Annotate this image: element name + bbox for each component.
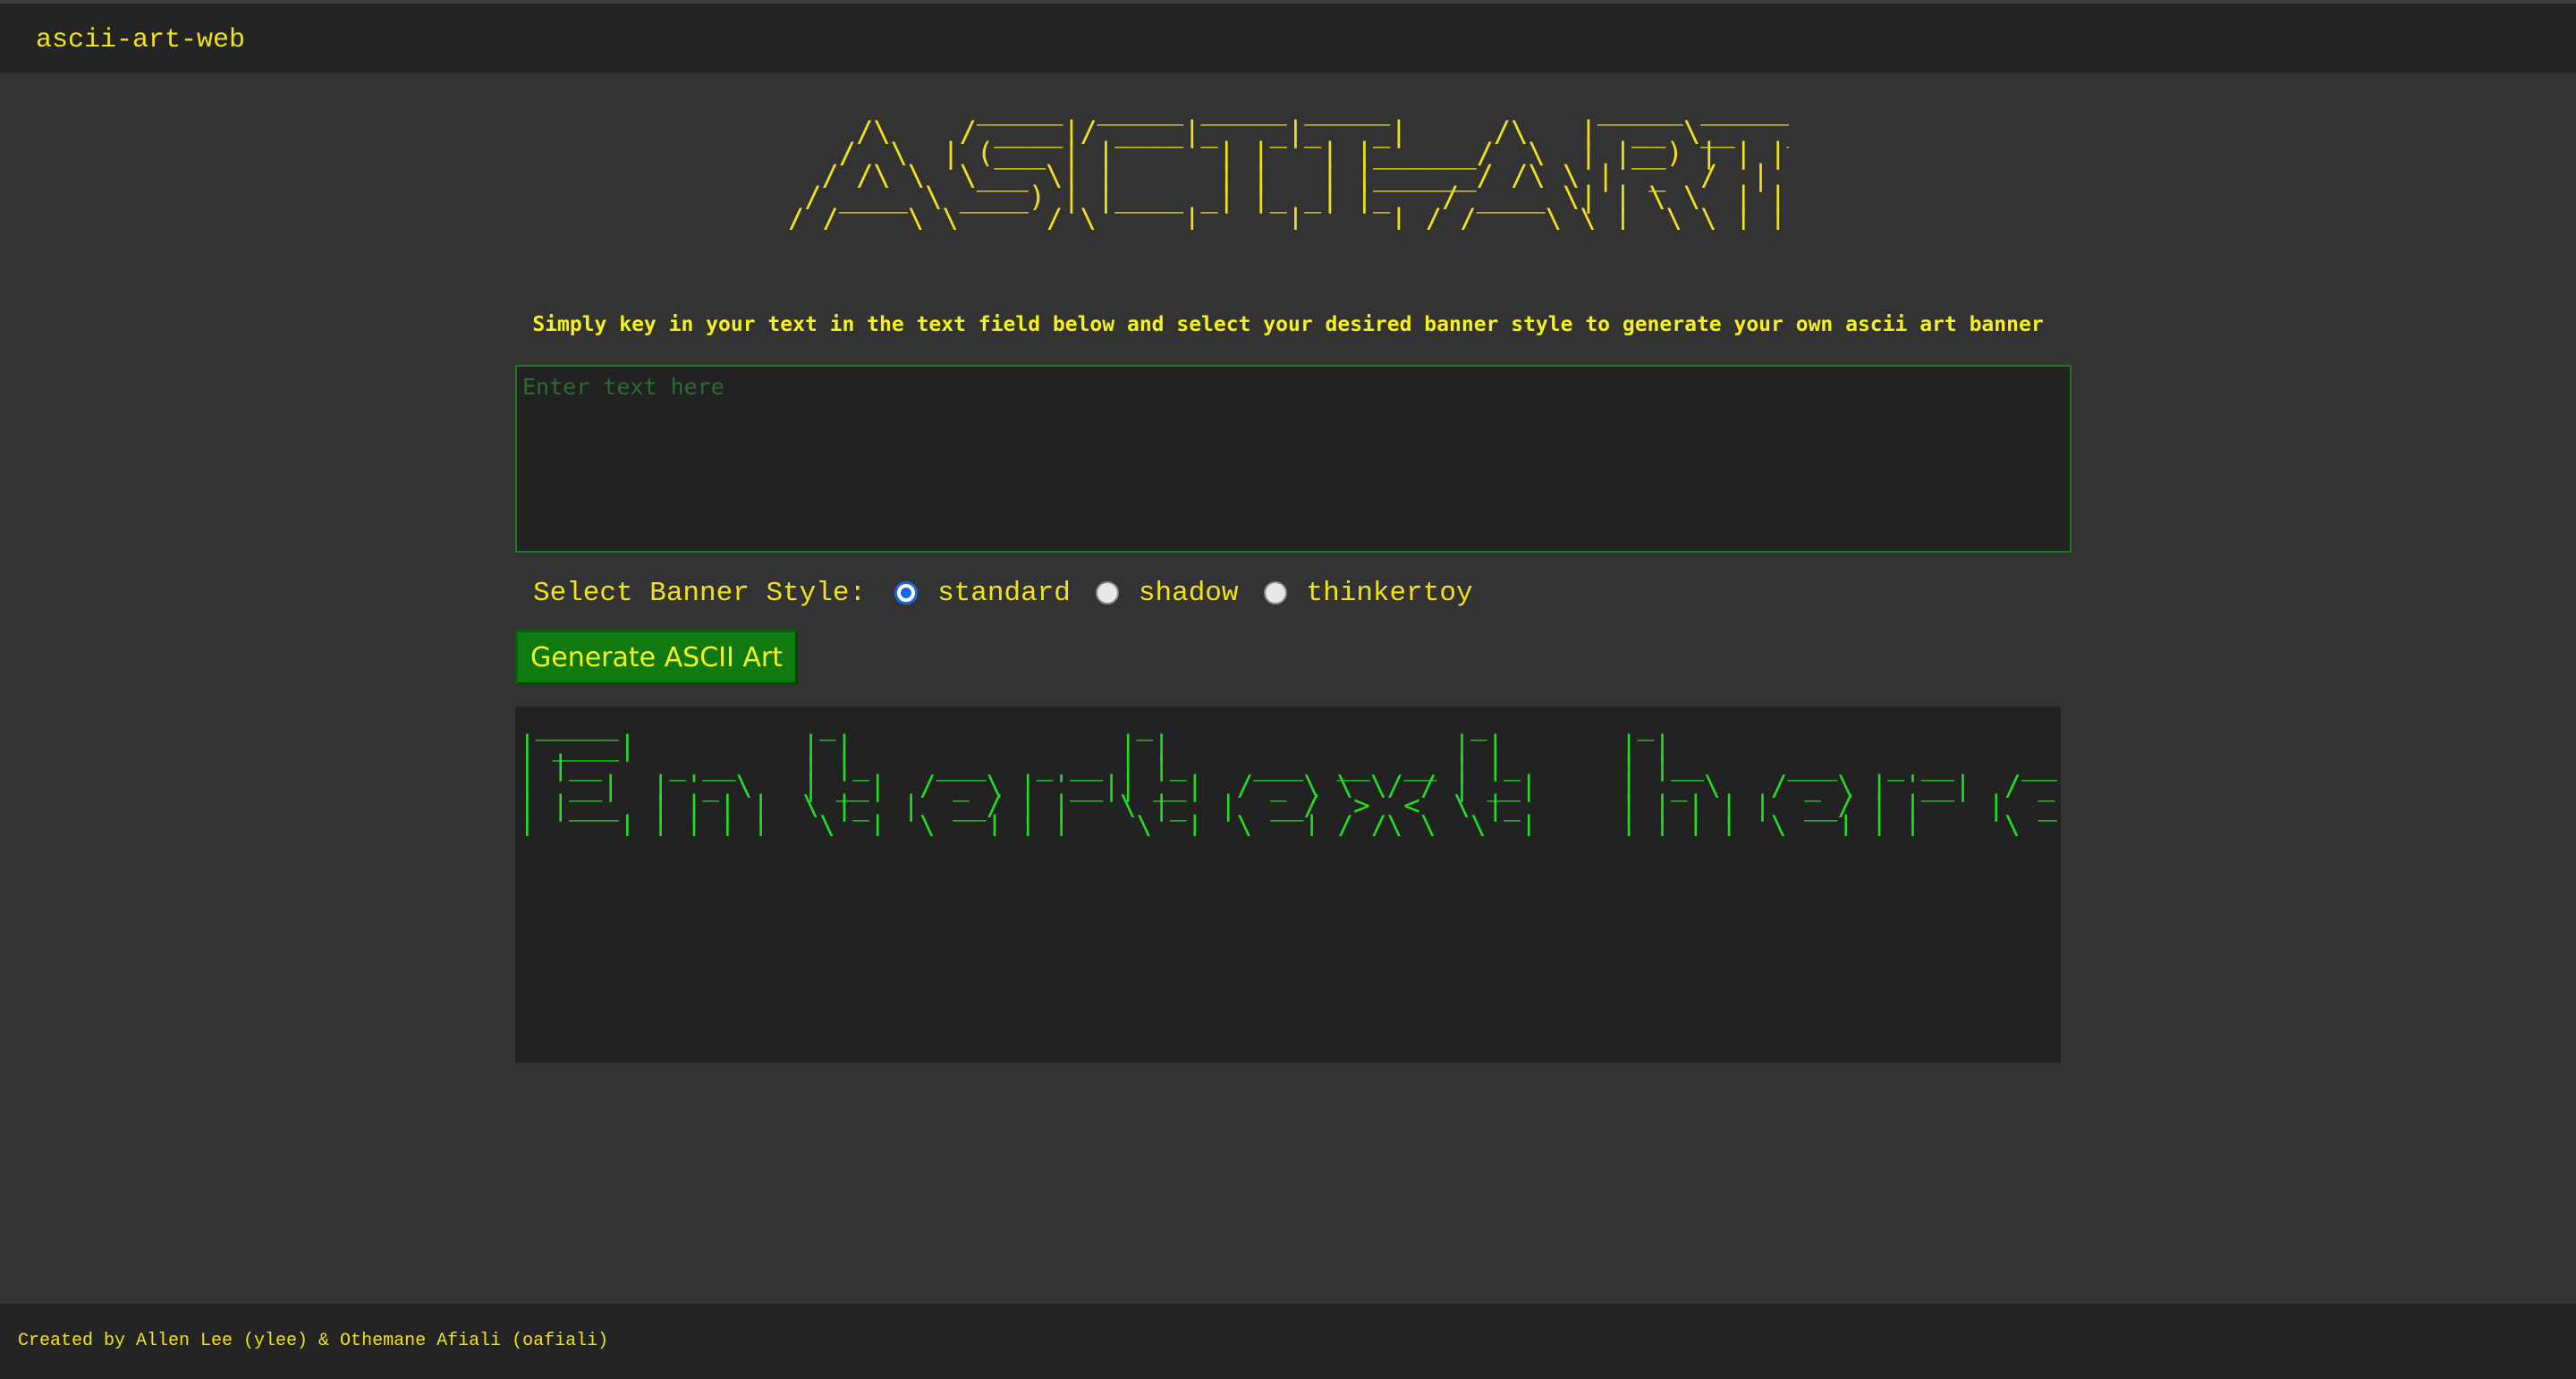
header-bar: ascii-art-web (0, 0, 2576, 73)
radio-shadow[interactable]: shadow (1095, 578, 1239, 609)
radio-thinkertoy[interactable]: thinkertoy (1263, 578, 1473, 609)
footer-credits: Created by Allen Lee (ylee) & Othemane A… (18, 1331, 609, 1351)
page: ascii-art-web _____ _____ _____ _____ __… (0, 0, 2576, 1379)
title-art-line: /_/ \_\_____/ \_____|_____|_____| /_/ \_… (787, 201, 1787, 231)
footer-bar: Created by Allen Lee (ylee) & Othemane A… (0, 1304, 2576, 1379)
brand-link[interactable]: ascii-art-web (36, 25, 245, 55)
ascii-art-title: _____ _____ _____ _____ _____ _______ /\… (787, 98, 1789, 230)
radio-standard[interactable]: standard (894, 578, 1071, 609)
output-art-line: |_____| |_| |_| \__| \___| |_| \__| \___… (519, 809, 2057, 836)
radio-standard-button[interactable] (894, 581, 919, 605)
ascii-output-panel: _____ _ _ _ _ | ____| | | | | | | | | | … (515, 706, 2061, 1062)
generate-ascii-art-button[interactable]: Generate ASCII Art (515, 630, 798, 685)
banner-style-selector: Select Banner Style: standard shadow thi… (533, 572, 1498, 613)
ascii-output-art: _____ _ _ _ _ | ____| | | | | | | | | | … (519, 715, 2057, 836)
text-input[interactable] (515, 365, 2072, 553)
radio-shadow-button[interactable] (1095, 581, 1119, 605)
radio-thinkertoy-button[interactable] (1263, 581, 1287, 605)
radio-standard-label[interactable]: standard (937, 578, 1071, 609)
instructions-text: Simply key in your text in the text fiel… (532, 313, 2044, 336)
banner-style-label: Select Banner Style: (533, 577, 867, 609)
radio-thinkertoy-label[interactable]: thinkertoy (1307, 578, 1473, 609)
radio-shadow-label[interactable]: shadow (1139, 578, 1239, 609)
